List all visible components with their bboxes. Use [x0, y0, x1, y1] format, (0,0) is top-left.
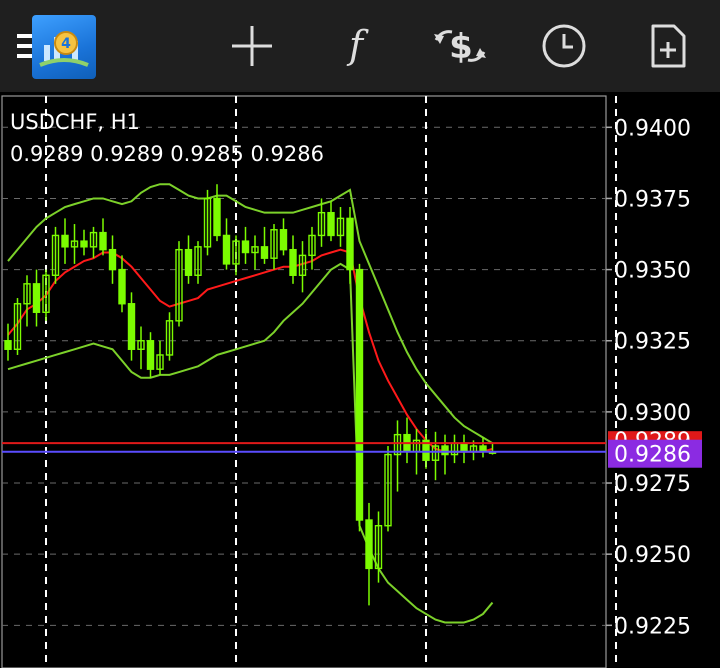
ohlc-values-label: 0.9289 0.9289 0.9285 0.9286: [10, 142, 324, 166]
top-toolbar: 4 f $: [0, 0, 720, 92]
new-order-button[interactable]: [636, 14, 700, 78]
price-tick-label: 0.9225: [614, 614, 691, 639]
candle-body: [441, 445, 449, 456]
candle-body: [80, 240, 88, 248]
price-tick-label: 0.9300: [614, 401, 691, 426]
price-tick-label: 0.9350: [614, 259, 691, 284]
price-tick-label: 0.9250: [614, 543, 691, 568]
app-logo-icon[interactable]: 4: [32, 15, 96, 79]
function-glyph: f: [346, 23, 369, 67]
candle-body: [61, 234, 69, 248]
candle-body: [108, 248, 117, 271]
indicator-layer: [7, 183, 494, 624]
price-tick-label: 0.9375: [614, 187, 691, 212]
candle-body: [241, 240, 250, 254]
indicator-band-upper: [7, 183, 494, 445]
menu-button[interactable]: [0, 14, 37, 78]
candle-body: [279, 229, 288, 251]
clock-icon: [542, 24, 586, 68]
candle-body: [365, 519, 373, 570]
chart-grid: [1, 95, 607, 668]
indicators-button[interactable]: f: [324, 14, 388, 78]
crosshair-button[interactable]: [220, 14, 284, 78]
candle-body: [127, 303, 136, 350]
price-tick-label: 0.9400: [614, 116, 691, 141]
new-document-icon: [651, 24, 686, 68]
price-tick-label: 0.9325: [614, 330, 691, 355]
candle-body: [118, 268, 126, 305]
candle-body: [289, 248, 297, 276]
indicator-band-mid: [7, 248, 493, 453]
candle-body: [4, 340, 12, 350]
candle-body: [99, 231, 107, 251]
candles-layer: [4, 184, 497, 606]
candle-body: [327, 211, 335, 237]
candle-body: [32, 283, 41, 313]
trade-icon: $: [434, 27, 486, 67]
candle-body: [260, 246, 269, 259]
chart-canvas[interactable]: 0.92890.9286 0.94000.93750.93500.93250.9…: [0, 92, 720, 668]
candle-body: [346, 217, 354, 271]
crosshair-icon: [232, 26, 272, 66]
trade-button[interactable]: $: [428, 14, 492, 78]
symbol-timeframe-label: USDCHF, H1: [10, 110, 140, 134]
bid-price-label: 0.9286: [614, 443, 691, 468]
candle-body: [460, 442, 468, 453]
price-axis: 0.9400 0.9375 0.9350 0.9325 0.9300 0.9275 0.92…: [606, 116, 691, 639]
price-chart[interactable]: 0.92890.9286 0.94000.93750.93500.93250.9…: [0, 92, 720, 668]
period-separators: [45, 96, 617, 668]
svg-text:4: 4: [61, 36, 71, 52]
candle-body: [146, 340, 155, 370]
function-icon: f: [346, 23, 369, 67]
history-button[interactable]: [532, 14, 596, 78]
candle-body: [355, 268, 364, 521]
candle-body: [184, 248, 193, 276]
plot-frame: [1, 95, 607, 668]
price-lines-layer: 0.92890.9286: [2, 429, 702, 468]
price-tick-label: 0.9275: [614, 472, 691, 497]
candle-body: [222, 234, 231, 265]
candle-body: [213, 197, 221, 237]
